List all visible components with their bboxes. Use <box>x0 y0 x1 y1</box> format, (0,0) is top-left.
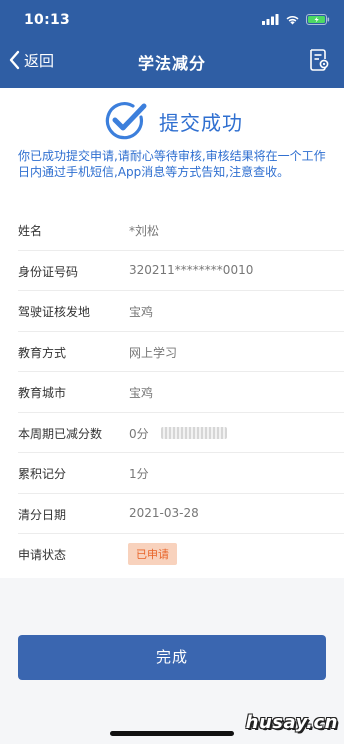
success-title: 提交成功 <box>159 110 243 135</box>
detail-label: 身份证号码 <box>18 264 79 279</box>
status-badge: 已申请 <box>128 543 177 565</box>
check-circle-icon <box>105 102 147 140</box>
watermark: husay.cn <box>245 712 338 733</box>
detail-value: 1分 <box>129 467 149 481</box>
detail-label: 驾驶证核发地 <box>18 305 91 319</box>
detail-label: 教育城市 <box>18 386 67 400</box>
detail-row-id-number: 身份证号码 320211********0010 <box>18 251 344 291</box>
detail-list: 姓名 *刘松 身份证号码 320211********0010 驾驶证核发地 宝… <box>0 210 344 575</box>
result-card: 提交成功 你已成功提交申请,请耐心等待审核,审核结果将在一个工作日内通过手机短信… <box>0 88 344 578</box>
detail-value: 宝鸡 <box>129 386 154 400</box>
detail-label: 累积记分 <box>18 467 67 481</box>
status-time: 10:13 <box>24 12 71 28</box>
detail-row-education-city: 教育城市 宝鸡 <box>18 372 344 413</box>
redacted-overlay <box>161 426 227 439</box>
detail-row-education-method: 教育方式 网上学习 <box>18 332 344 372</box>
signal-icon <box>262 14 279 25</box>
detail-value: 网上学习 <box>129 345 178 360</box>
detail-value: 320211********0010 <box>129 262 254 277</box>
detail-value: 宝鸡 <box>129 305 154 319</box>
wifi-icon <box>286 15 299 25</box>
done-button[interactable]: 完成 <box>18 635 326 680</box>
detail-value: *刘松 <box>129 224 160 238</box>
detail-row-license-issuer: 驾驶证核发地 宝鸡 <box>18 291 344 332</box>
detail-value: 0分 <box>129 426 149 441</box>
detail-label: 清分日期 <box>18 507 67 522</box>
battery-icon <box>306 14 330 25</box>
detail-row-clear-date: 清分日期 2021-03-28 <box>18 494 344 534</box>
detail-label: 姓名 <box>18 224 43 238</box>
nav-bar: 返回 学法减分 <box>0 40 344 82</box>
detail-row-name: 姓名 *刘松 <box>18 210 344 251</box>
detail-row-accumulated-points: 累积记分 1分 <box>18 453 344 494</box>
detail-label: 本周期已减分数 <box>18 426 103 441</box>
status-bar: 10:13 <box>0 0 344 40</box>
document-settings-icon[interactable] <box>308 48 330 72</box>
detail-row-application-status: 申请状态 已申请 <box>18 534 344 575</box>
status-icons <box>262 14 330 25</box>
success-message: 你已成功提交申请,请耐心等待审核,审核结果将在一个工作日内通过手机短信,App消… <box>18 149 326 179</box>
detail-value: 2021-03-28 <box>129 505 199 520</box>
home-indicator[interactable] <box>110 731 234 736</box>
detail-label: 申请状态 <box>18 548 67 562</box>
detail-label: 教育方式 <box>18 345 67 360</box>
success-header: 提交成功 <box>0 96 344 146</box>
header: 10:13 返回 学法减分 <box>0 0 344 88</box>
page-title: 学法减分 <box>137 54 206 73</box>
detail-row-points-deducted: 本周期已减分数 0分 <box>18 413 344 453</box>
